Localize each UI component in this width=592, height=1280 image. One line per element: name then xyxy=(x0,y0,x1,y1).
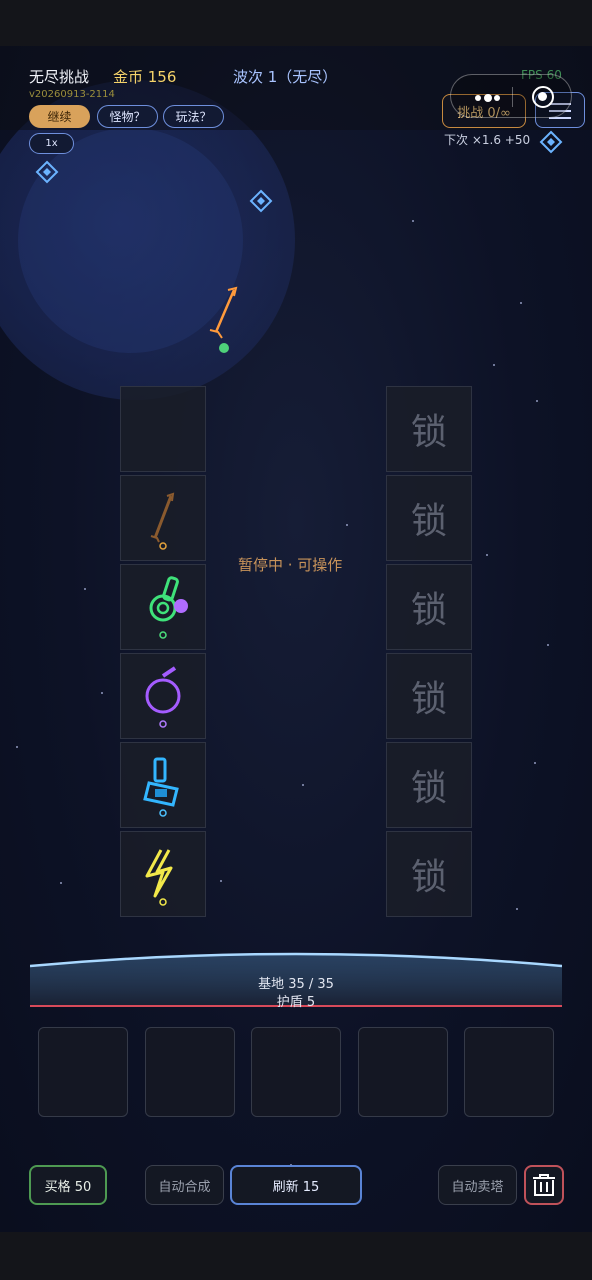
lightning-tower-icon xyxy=(145,849,173,906)
poison-cannon-tower-icon xyxy=(149,576,188,639)
arcane-orb-tower-icon xyxy=(145,666,181,728)
next-wave-info: 下次 ×1.6 +50 xyxy=(444,133,531,147)
tower-slot-lightning[interactable] xyxy=(120,831,206,917)
close-target-icon[interactable] xyxy=(532,86,554,108)
locked-slot[interactable]: 锁 xyxy=(386,475,472,561)
version-label: v20260913-2114 xyxy=(29,89,115,100)
dragging-bow-tower-icon[interactable] xyxy=(204,284,244,354)
tower-slot-empty[interactable] xyxy=(120,386,206,472)
bow-tower-icon xyxy=(150,492,175,550)
auto-sell-button[interactable]: 自动卖塔 xyxy=(438,1165,517,1205)
more-dots-icon xyxy=(475,95,481,101)
locked-slot[interactable]: 锁 xyxy=(386,386,472,472)
hand-slot[interactable] xyxy=(358,1027,448,1117)
gold-counter: 金币 156 xyxy=(113,68,177,86)
navigation-bar xyxy=(0,1232,592,1280)
pause-status: 暂停中 · 可操作 xyxy=(238,556,343,574)
waypoint-diamond-icon xyxy=(249,189,273,213)
trash-bin-icon xyxy=(533,1174,555,1196)
mode-title: 无尽挑战 xyxy=(29,68,90,86)
mini-program-capsule[interactable] xyxy=(450,74,572,118)
waypoint-diamond-icon xyxy=(539,130,563,154)
base-shield: 护盾 5 xyxy=(276,995,316,1010)
continue-button[interactable]: 继续 xyxy=(29,105,90,128)
hand-slot[interactable] xyxy=(251,1027,341,1117)
tower-slot-poison[interactable] xyxy=(120,564,206,650)
waypoint-diamond-icon xyxy=(35,160,59,184)
hand-slot[interactable] xyxy=(145,1027,235,1117)
tower-slot-arcane[interactable] xyxy=(120,653,206,739)
buy-slot-button[interactable]: 买格 50 xyxy=(29,1165,107,1205)
howto-button[interactable]: 玩法？ xyxy=(163,105,224,128)
frost-cannon-tower-icon xyxy=(143,757,179,817)
locked-slot[interactable]: 锁 xyxy=(386,742,472,828)
locked-slot[interactable]: 锁 xyxy=(386,564,472,650)
status-bar xyxy=(0,0,592,46)
sell-tower-button[interactable] xyxy=(524,1165,564,1205)
tower-slot-bow[interactable] xyxy=(120,475,206,561)
auto-merge-button[interactable]: 自动合成 xyxy=(145,1165,224,1205)
hand-slot[interactable] xyxy=(38,1027,128,1117)
tower-slot-frost[interactable] xyxy=(120,742,206,828)
wave-counter: 波次 1（无尽） xyxy=(233,68,338,86)
locked-slot[interactable]: 锁 xyxy=(386,831,472,917)
base-hp: 基地 35 / 35 xyxy=(258,977,334,992)
refresh-button[interactable]: 刷新 15 xyxy=(230,1165,362,1205)
hand-slot[interactable] xyxy=(464,1027,554,1117)
monsters-help-button[interactable]: 怪物？ xyxy=(97,105,158,128)
locked-slot[interactable]: 锁 xyxy=(386,653,472,739)
speed-toggle[interactable]: 1x xyxy=(29,133,74,154)
